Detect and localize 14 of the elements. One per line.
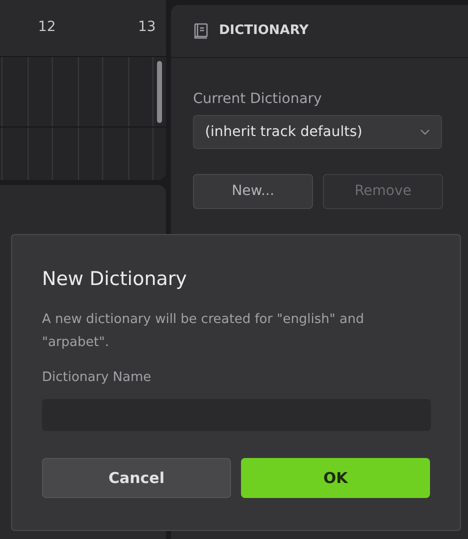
ruler-label: 13 bbox=[138, 18, 156, 37]
dialog-button[interactable]: Cancel bbox=[42, 458, 231, 498]
panel-title: DICTIONARY bbox=[219, 22, 309, 40]
dialog-title: New Dictionary bbox=[42, 267, 188, 292]
scrollbar-thumb[interactable] bbox=[157, 61, 162, 123]
ruler-label: 12 bbox=[38, 18, 56, 37]
dictionary-select[interactable]: (inherit track defaults) bbox=[193, 115, 442, 149]
chevron-down-icon bbox=[420, 129, 430, 135]
book-icon bbox=[194, 23, 208, 39]
field-label: Current Dictionary bbox=[193, 90, 323, 109]
field-label: Dictionary Name bbox=[42, 368, 152, 386]
dialog-button[interactable]: OK bbox=[241, 458, 430, 498]
panel-button[interactable]: New... bbox=[193, 174, 313, 209]
dialog-message: A new dictionary will be created for "english" and "arpabet". bbox=[42, 310, 365, 352]
